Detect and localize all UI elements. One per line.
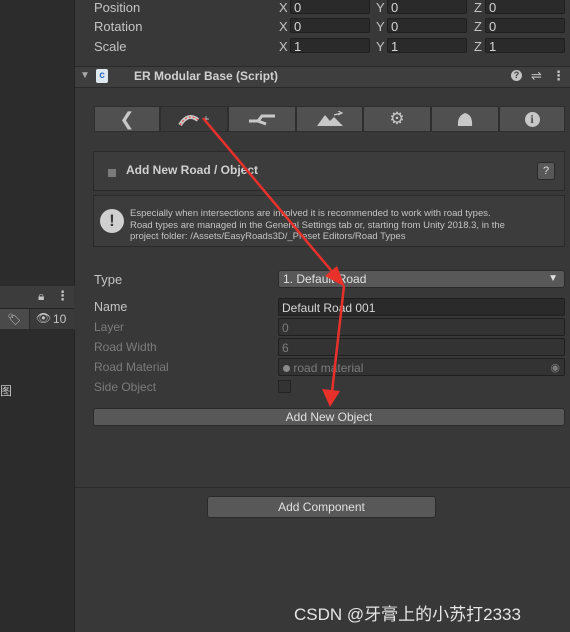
annotation-arrow-1 bbox=[202, 117, 336, 276]
annotation-arrows bbox=[202, 117, 346, 407]
annotation-arrowhead-2 bbox=[322, 389, 340, 407]
watermark: CSDN @牙膏上的小苏打2333 bbox=[294, 605, 521, 624]
annotation-arrow-2 bbox=[330, 285, 346, 393]
annotation-arrowhead-1 bbox=[325, 266, 345, 287]
